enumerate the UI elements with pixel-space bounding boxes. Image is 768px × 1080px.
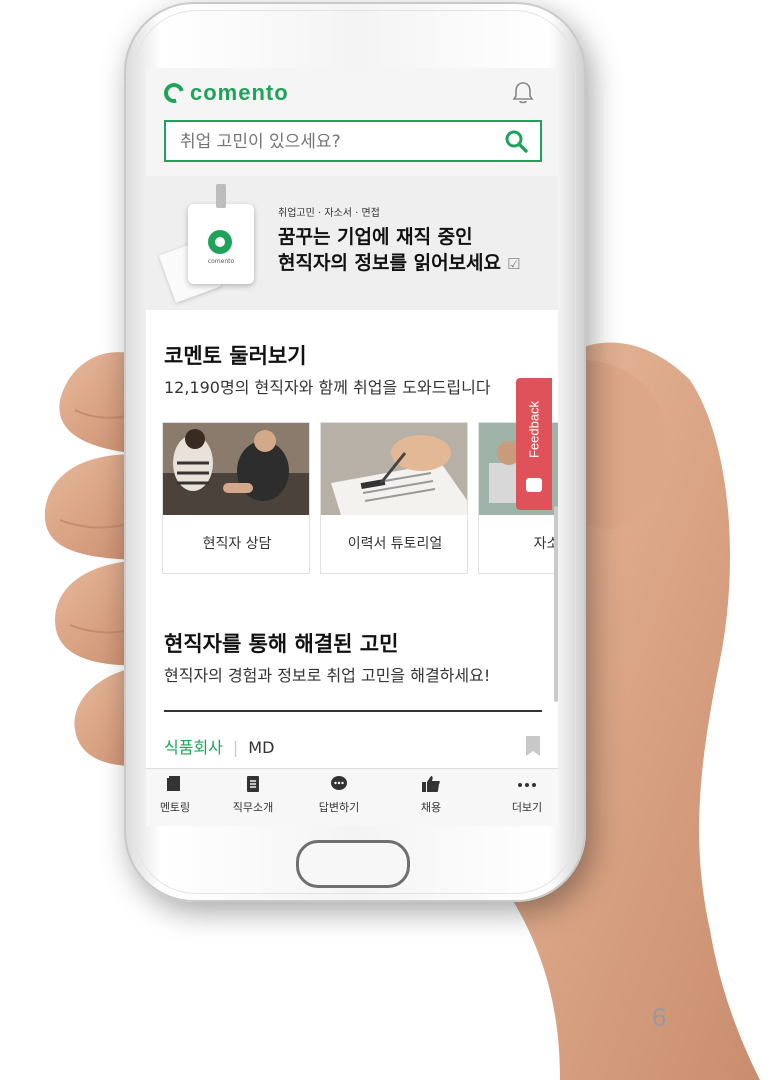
search-icon[interactable]	[504, 129, 528, 153]
card-label: 자소서	[533, 536, 558, 552]
thumbs-up-icon	[422, 776, 440, 792]
card-resume-tutorial[interactable]: 이력서 튜토리얼	[320, 422, 468, 574]
search-input[interactable]	[178, 122, 492, 162]
logo-text: comento	[190, 80, 289, 105]
card-mentor-consult[interactable]: 현직자 상담	[162, 422, 310, 574]
solved-title: 현직자를 통해 해결된 고민	[164, 632, 399, 656]
app-header: comento	[146, 68, 558, 188]
checkbox-icon: ☑	[507, 255, 521, 273]
bell-icon[interactable]	[510, 80, 536, 106]
nav-label: 멘토링	[159, 801, 191, 814]
badge-clip	[216, 184, 226, 208]
banner-headline-1: 꿈꾸는 기업에 재직 중인	[278, 226, 473, 248]
banner-headline-2: 현직자의 정보를 읽어보세요 ☑	[278, 248, 520, 275]
section-divider	[164, 710, 542, 712]
browse-cards: 현직자 상담 이력서 튜토리얼 자소서	[162, 422, 558, 576]
home-button[interactable]	[296, 840, 410, 888]
feedback-label: Feedback	[526, 400, 542, 459]
banner-category: 취업고민 · 자소서 · 면접	[278, 208, 380, 219]
nav-recruit[interactable]: 채용	[396, 775, 466, 815]
more-icon	[518, 783, 536, 787]
people-photo-icon	[163, 423, 309, 515]
phone-screen: comento comento 취업고민 · 자소서 · 면접 꿈꾸는 기업에 …	[146, 68, 558, 826]
badge-text: comento	[207, 258, 235, 265]
scrollbar[interactable]	[554, 506, 558, 702]
bookmark-icon[interactable]	[526, 736, 540, 756]
browse-title: 코멘토 둘러보기	[164, 344, 307, 368]
nav-more[interactable]: 더보기	[492, 775, 558, 815]
question-tags[interactable]: 식품회사 | MD	[164, 734, 274, 758]
badge-logo-icon	[208, 230, 232, 254]
nav-label: 직무소개	[232, 801, 274, 814]
tag-separator: |	[232, 738, 239, 757]
promo-banner[interactable]: comento 취업고민 · 자소서 · 면접 꿈꾸는 기업에 재직 중인 현직…	[146, 176, 558, 310]
card-label: 현직자 상담	[202, 536, 272, 552]
feedback-button[interactable]: Feedback	[516, 378, 552, 510]
nav-label: 답변하기	[318, 801, 360, 814]
bottom-nav: 멘토링 직무소개 답변하기 채용 더보기	[146, 768, 558, 826]
browse-subtitle: 12,190명의 현직자와 함께 취업을 도와드립니다	[164, 378, 491, 397]
banner-headline-2-text: 현직자의 정보를 읽어보세요	[278, 252, 501, 274]
page-number: 6	[652, 1002, 667, 1032]
resume-photo-icon	[321, 423, 467, 515]
nav-label: 채용	[420, 801, 442, 814]
id-badge-image: comento	[188, 184, 254, 284]
job-intro-icon	[247, 776, 259, 792]
card-label: 이력서 튜토리얼	[347, 536, 443, 552]
search-box	[164, 120, 542, 162]
feedback-icon	[526, 478, 542, 492]
comento-logo[interactable]: comento	[160, 79, 289, 107]
mentoring-icon	[167, 776, 180, 791]
answer-icon	[331, 776, 347, 790]
nav-job-intro[interactable]: 직무소개	[218, 775, 288, 815]
nav-label: 더보기	[511, 801, 543, 814]
company-tag: 식품회사	[164, 738, 223, 757]
comento-logo-icon	[160, 79, 188, 107]
role-tag: MD	[248, 738, 275, 757]
solved-subtitle: 현직자의 경험과 정보로 취업 고민을 해결하세요!	[164, 666, 491, 685]
nav-answer[interactable]: 답변하기	[304, 775, 374, 815]
nav-mentoring[interactable]: 멘토링	[146, 775, 210, 815]
